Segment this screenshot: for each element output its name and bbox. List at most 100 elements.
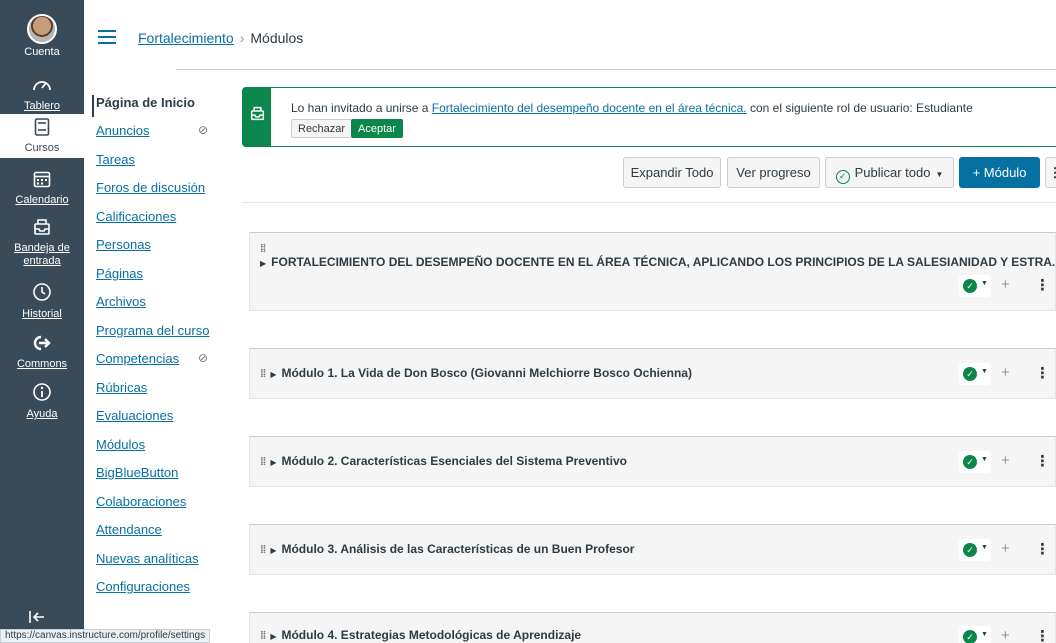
global-nav-help[interactable]: Ayuda bbox=[0, 382, 84, 421]
course-nav-analytics[interactable]: Nuevas analíticas bbox=[96, 551, 199, 566]
caret-right-icon[interactable]: ▶ bbox=[270, 632, 276, 641]
module-row[interactable]: ⁞⁞ ▶ Módulo 1. La Vida de Don Bosco (Giova… bbox=[249, 348, 1056, 399]
breadcrumb-course-link[interactable]: Fortalecimiento bbox=[138, 30, 234, 46]
caret-right-icon[interactable]: ▶ bbox=[260, 259, 266, 268]
module-row[interactable]: ⁞⁞ ▶ Módulo 2. Características Esenciales … bbox=[249, 436, 1056, 487]
module-title[interactable]: Módulo 2. Características Esenciales del… bbox=[281, 454, 627, 468]
caret-right-icon[interactable]: ▶ bbox=[270, 370, 276, 379]
global-nav-history[interactable]: Historial bbox=[0, 282, 84, 321]
course-nav-syllabus[interactable]: Programa del curso bbox=[96, 323, 209, 338]
published-check-icon: ✓ bbox=[963, 279, 977, 293]
course-nav-rubrics[interactable]: Rúbricas bbox=[96, 380, 147, 395]
status-bar-url: https://canvas.instructure.com/profile/s… bbox=[0, 629, 211, 643]
module-actions: ✓ ▼ + ⋮ bbox=[959, 363, 1055, 385]
course-nav-bigbluebutton[interactable]: BigBlueButton bbox=[96, 465, 178, 480]
module-title[interactable]: Módulo 3. Análisis de las Característica… bbox=[281, 542, 634, 556]
kebab-icon[interactable]: ⋮ bbox=[1035, 627, 1050, 643]
global-nav-account[interactable]: Cuenta bbox=[0, 0, 84, 66]
more-options-button[interactable]: ⋮ bbox=[1045, 157, 1056, 188]
header: Fortalecimiento › Módulos bbox=[84, 0, 1056, 70]
global-nav-dashboard[interactable]: Tablero bbox=[0, 76, 84, 113]
reject-button[interactable]: Rechazar bbox=[291, 119, 353, 138]
global-nav-commons[interactable]: Commons bbox=[0, 334, 84, 371]
published-status-button[interactable]: ✓ ▼ bbox=[959, 626, 991, 643]
drag-handle-icon[interactable]: ⁞⁞ bbox=[260, 544, 266, 556]
global-nav-courses-label: Cursos bbox=[24, 142, 60, 154]
course-nav-discussions[interactable]: Foros de discusión bbox=[96, 180, 205, 195]
published-status-button[interactable]: ✓ ▼ bbox=[959, 539, 991, 561]
breadcrumb: Fortalecimiento › Módulos bbox=[138, 30, 303, 46]
add-item-icon[interactable]: + bbox=[1001, 627, 1010, 643]
published-status-button[interactable]: ✓ ▼ bbox=[959, 363, 991, 385]
drag-handle-icon[interactable]: ⁞⁞ bbox=[260, 243, 1056, 255]
drag-handle-icon[interactable]: ⁞⁞ bbox=[260, 456, 266, 468]
course-nav-home[interactable]: Página de Inicio bbox=[96, 95, 195, 110]
course-nav-quizzes[interactable]: Evaluaciones bbox=[96, 408, 173, 423]
module-row[interactable]: ⁞⁞ ▶ FORTALECIMIENTO DEL DESEMPEÑO DOCENT… bbox=[249, 232, 1056, 311]
add-item-icon[interactable]: + bbox=[1001, 276, 1010, 293]
course-nav-grades[interactable]: Calificaciones bbox=[96, 209, 176, 224]
module-title[interactable]: FORTALECIMIENTO DEL DESEMPEÑO DOCENTE EN… bbox=[271, 255, 1056, 269]
invitation-course-link[interactable]: Fortalecimiento del desempeño docente en… bbox=[432, 101, 747, 115]
publish-all-button[interactable]: ✓ Publicar todo ▼ bbox=[825, 157, 954, 188]
published-check-icon: ✓ bbox=[963, 543, 977, 557]
kebab-icon[interactable]: ⋮ bbox=[1035, 276, 1050, 294]
global-nav-history-label: Historial bbox=[22, 308, 62, 320]
global-nav-inbox-label-2: entrada bbox=[23, 255, 61, 267]
drag-handle-icon[interactable]: ⁞⁞ bbox=[260, 368, 266, 380]
eye-slash-icon: ⊘ bbox=[198, 123, 209, 137]
course-nav-people[interactable]: Personas bbox=[96, 237, 151, 252]
global-nav-calendar[interactable]: Calendario bbox=[0, 170, 84, 207]
module-row[interactable]: ⁞⁞ ▶ Módulo 4. Estrategias Metodológicas d… bbox=[249, 612, 1056, 643]
invitation-icon bbox=[243, 88, 271, 146]
published-status-button[interactable]: ✓ ▼ bbox=[959, 275, 991, 297]
module-title[interactable]: Módulo 4. Estrategias Metodológicas de A… bbox=[281, 628, 581, 642]
course-nav-announcements[interactable]: Anuncios bbox=[96, 123, 149, 138]
module-actions: ✓ ▼ + ⋮ bbox=[959, 626, 1055, 643]
collapse-nav-icon[interactable] bbox=[28, 610, 46, 629]
inbox-icon bbox=[0, 218, 84, 241]
course-nav-collaborations[interactable]: Colaboraciones bbox=[96, 494, 186, 509]
add-module-button[interactable]: + Módulo bbox=[959, 157, 1040, 188]
module-title[interactable]: Módulo 1. La Vida de Don Bosco (Giovanni… bbox=[281, 366, 692, 380]
expand-all-button[interactable]: Expandir Todo bbox=[623, 157, 721, 188]
kebab-icon[interactable]: ⋮ bbox=[1035, 540, 1050, 558]
view-progress-button[interactable]: Ver progreso bbox=[727, 157, 820, 188]
caret-down-icon: ▼ bbox=[981, 456, 988, 463]
course-nav-assignments[interactable]: Tareas bbox=[96, 152, 135, 167]
eye-slash-icon: ⊘ bbox=[198, 351, 209, 365]
add-item-icon[interactable]: + bbox=[1001, 452, 1010, 469]
course-nav-files[interactable]: Archivos bbox=[96, 294, 146, 309]
hamburger-menu-icon[interactable] bbox=[98, 30, 116, 44]
toolbar-divider bbox=[242, 202, 1056, 203]
caret-right-icon[interactable]: ▶ bbox=[270, 458, 276, 467]
global-nav-courses[interactable]: Cursos bbox=[0, 114, 84, 158]
global-nav-dashboard-label: Tablero bbox=[23, 100, 61, 112]
invitation-suffix: con el siguiente rol de usuario: Estudia… bbox=[746, 101, 973, 115]
kebab-icon[interactable]: ⋮ bbox=[1035, 364, 1050, 382]
caret-down-icon: ▼ bbox=[981, 544, 988, 551]
published-status-button[interactable]: ✓ ▼ bbox=[959, 451, 991, 473]
add-item-icon[interactable]: + bbox=[1001, 364, 1010, 381]
course-nav-outcomes[interactable]: Competencias bbox=[96, 351, 179, 366]
course-nav-settings[interactable]: Configuraciones bbox=[96, 579, 190, 594]
publish-all-label: Publicar todo bbox=[854, 165, 931, 180]
kebab-icon[interactable]: ⋮ bbox=[1035, 452, 1050, 470]
course-nav-pages[interactable]: Páginas bbox=[96, 266, 143, 281]
published-check-icon: ✓ bbox=[963, 367, 977, 381]
module-row[interactable]: ⁞⁞ ▶ Módulo 3. Análisis de las Característ… bbox=[249, 524, 1056, 575]
global-nav-inbox[interactable]: Bandeja de entrada bbox=[0, 218, 84, 268]
caret-right-icon[interactable]: ▶ bbox=[270, 546, 276, 555]
help-icon bbox=[0, 382, 84, 407]
header-divider bbox=[176, 69, 1056, 70]
course-nav-attendance[interactable]: Attendance bbox=[96, 522, 162, 537]
accept-button[interactable]: Aceptar bbox=[351, 119, 403, 138]
calendar-icon bbox=[0, 170, 84, 193]
published-check-icon: ✓ bbox=[963, 630, 977, 643]
module-header: ⁞⁞ ▶ Módulo 3. Análisis de las Característ… bbox=[260, 542, 634, 556]
global-nav: Cuenta Tablero Cursos Calendario Bandeja… bbox=[0, 0, 84, 643]
global-nav-account-label: Cuenta bbox=[24, 46, 60, 58]
add-item-icon[interactable]: + bbox=[1001, 540, 1010, 557]
drag-handle-icon[interactable]: ⁞⁞ bbox=[260, 630, 266, 642]
course-nav-modules[interactable]: Módulos bbox=[96, 437, 145, 452]
